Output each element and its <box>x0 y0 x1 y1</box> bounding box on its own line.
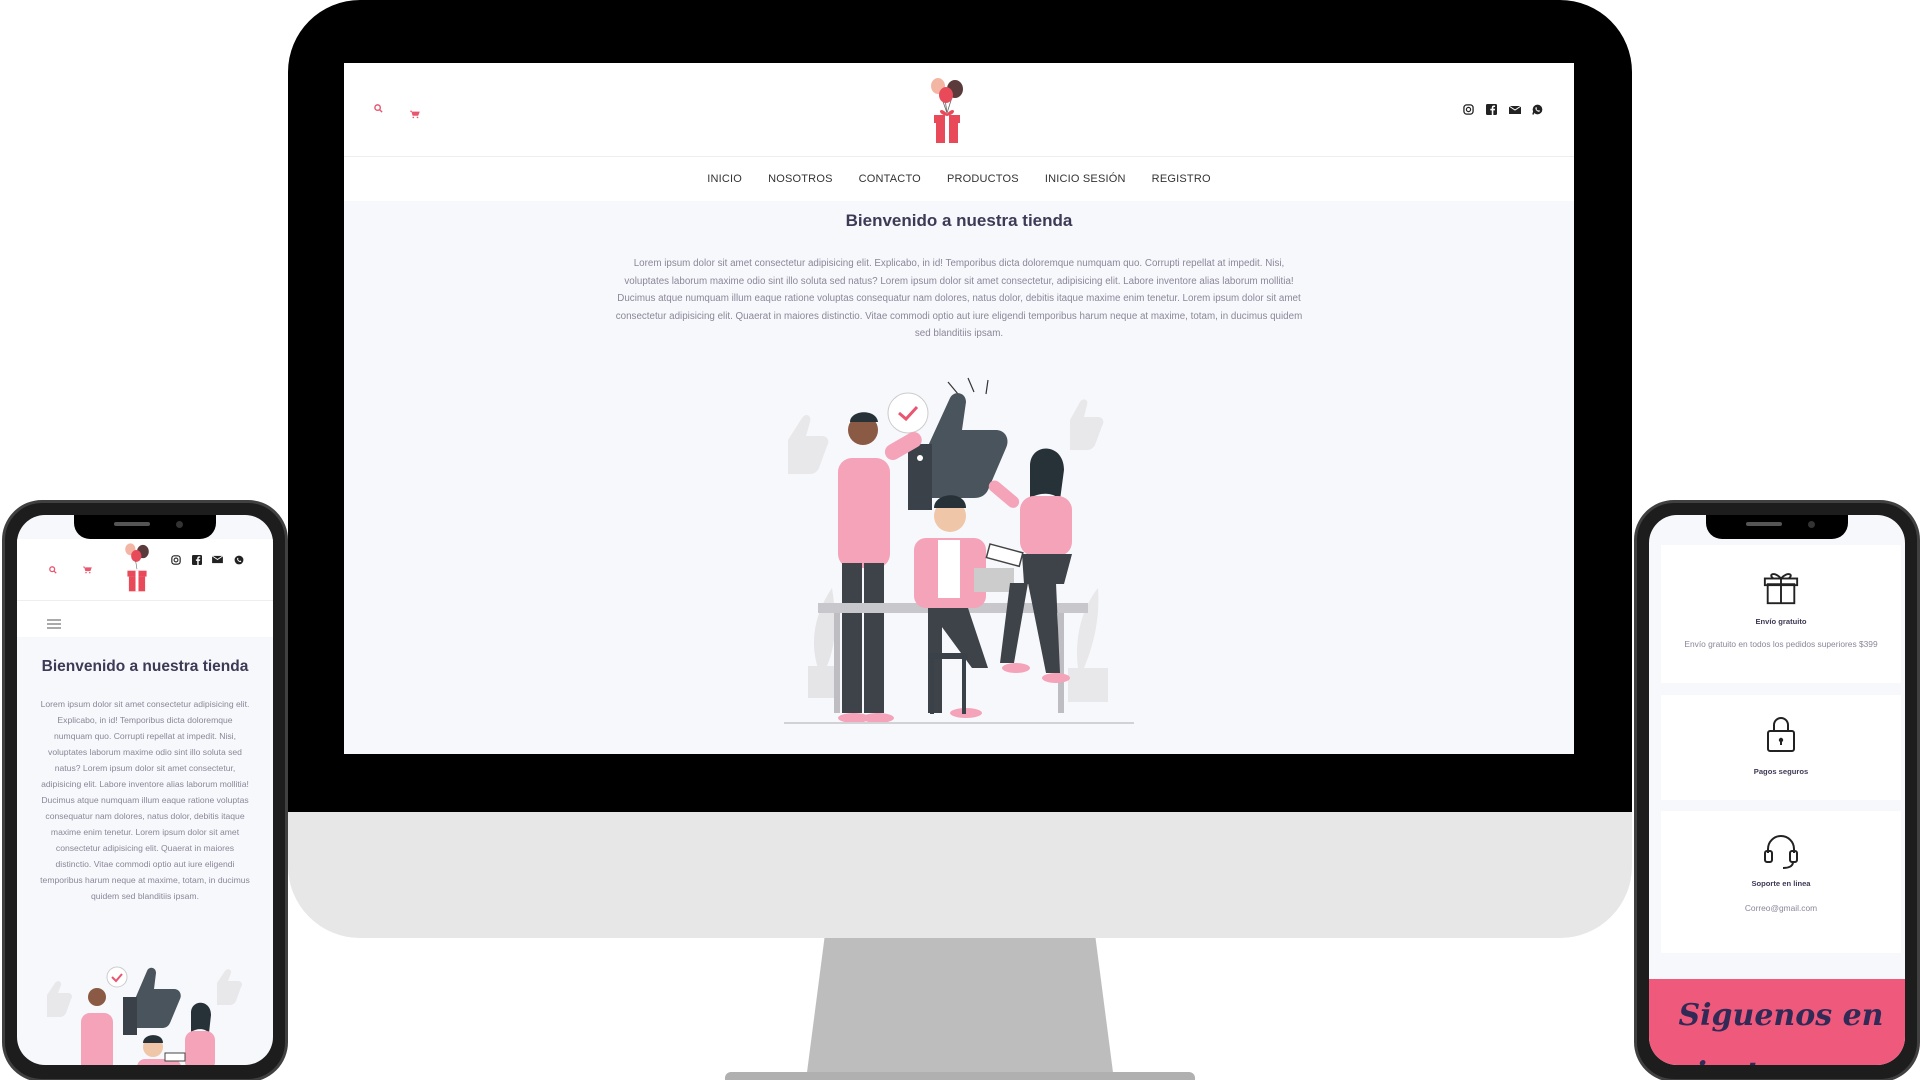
mail-icon[interactable] <box>1508 103 1521 116</box>
monitor-stand <box>806 938 1114 1080</box>
instagram-icon[interactable] <box>1462 103 1475 116</box>
monitor-stand-base <box>725 1072 1195 1080</box>
mockup-stage: INICIO NOSOTROS CONTACTO PRODUCTOS INICI… <box>0 0 1920 1080</box>
search-icon[interactable] <box>374 104 383 116</box>
feature-card-support: Soporte en linea Correo@gmail.com <box>1661 811 1901 953</box>
headset-icon <box>1661 831 1901 875</box>
facebook-icon[interactable] <box>1485 103 1498 116</box>
social-links <box>1462 103 1544 116</box>
nav-productos[interactable]: PRODUCTOS <box>947 173 1019 185</box>
team-thumbs-up-illustration <box>778 368 1140 754</box>
instagram-icon[interactable] <box>169 553 182 566</box>
feature-desc: Correo@gmail.com <box>1744 903 1818 913</box>
team-thumbs-up-illustration <box>41 955 251 1065</box>
phone-notch <box>74 515 216 539</box>
desktop-screen: INICIO NOSOTROS CONTACTO PRODUCTOS INICI… <box>344 63 1574 754</box>
lock-icon <box>1661 715 1901 757</box>
page-title: Bienvenido a nuestra tienda <box>845 211 1073 230</box>
instagram-section: Siguenos en instagram <box>1649 979 1905 1065</box>
facebook-icon[interactable] <box>190 553 203 566</box>
nav-nosotros[interactable]: NOSOTROS <box>768 173 833 185</box>
menu-icon[interactable] <box>47 614 61 633</box>
nav-contacto[interactable]: CONTACTO <box>859 173 921 185</box>
feature-card-shipping: Envío gratuito Envío gratuito en todos l… <box>1661 545 1901 683</box>
logo[interactable] <box>928 75 966 145</box>
feature-title: Pagos seguros <box>1753 767 1809 776</box>
desktop-header <box>344 63 1574 157</box>
right-phone-screen: Envío gratuito Envío gratuito en todos l… <box>1649 515 1905 1065</box>
feature-title: Envío gratuito <box>1755 617 1807 626</box>
nav-registro[interactable]: REGISTRO <box>1152 173 1211 185</box>
social-links <box>169 553 245 566</box>
search-icon[interactable] <box>49 559 57 578</box>
cart-icon[interactable] <box>410 104 420 123</box>
feature-card-payments: Pagos seguros <box>1661 695 1901 800</box>
intro-paragraph: Lorem ipsum dolor sit amet consectetur a… <box>615 258 1303 340</box>
gift-icon <box>1661 569 1901 611</box>
desktop-nav: INICIO NOSOTROS CONTACTO PRODUCTOS INICI… <box>344 157 1574 201</box>
nav-inicio[interactable]: INICIO <box>707 173 742 185</box>
instagram-heading: Siguenos en instagram <box>1678 998 1884 1065</box>
page-title: Bienvenido a nuestra tienda <box>41 658 249 675</box>
whatsapp-icon[interactable] <box>232 553 245 566</box>
mobile-header <box>17 539 273 601</box>
feature-desc: Envío gratuito en todos los pedidos supe… <box>1684 639 1878 649</box>
feature-title: Soporte en linea <box>1751 879 1811 888</box>
whatsapp-icon[interactable] <box>1531 103 1544 116</box>
nav-inicio-sesion[interactable]: INICIO SESIÓN <box>1045 173 1126 185</box>
intro-paragraph: Lorem ipsum dolor sit amet consectetur a… <box>40 699 250 901</box>
mobile-menu-bar <box>17 601 273 637</box>
logo[interactable] <box>123 539 151 595</box>
cart-icon[interactable] <box>83 559 92 578</box>
monitor-chin <box>288 812 1632 938</box>
mail-icon[interactable] <box>211 553 224 566</box>
left-phone-screen: Bienvenido a nuestra tienda Lorem ipsum … <box>17 515 273 1065</box>
phone-notch <box>1706 515 1848 539</box>
